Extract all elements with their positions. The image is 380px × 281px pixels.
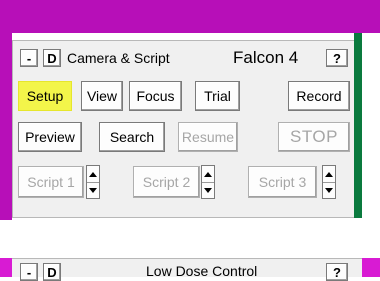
script-1-button[interactable]: Script 1 bbox=[18, 166, 84, 198]
stop-button[interactable]: STOP bbox=[278, 122, 350, 152]
status-bar-green bbox=[354, 33, 362, 218]
window-border-top bbox=[0, 0, 380, 33]
spin-up-icon[interactable] bbox=[202, 166, 214, 183]
spin-up-icon[interactable] bbox=[87, 166, 99, 183]
script-3-spinner[interactable] bbox=[322, 165, 336, 199]
preview-button[interactable]: Preview bbox=[18, 122, 82, 152]
spin-down-icon[interactable] bbox=[323, 182, 335, 198]
low-dose-minimize-button[interactable]: - bbox=[20, 263, 38, 281]
view-button[interactable]: View bbox=[81, 81, 123, 111]
spin-down-icon[interactable] bbox=[202, 182, 214, 198]
help-button[interactable]: ? bbox=[326, 49, 348, 67]
spin-up-icon[interactable] bbox=[323, 166, 335, 183]
low-dose-dock-button[interactable]: D bbox=[43, 263, 61, 281]
low-dose-help-button[interactable]: ? bbox=[326, 263, 348, 281]
window-border-left bbox=[0, 0, 12, 220]
script-2-button[interactable]: Script 2 bbox=[133, 166, 200, 198]
panel-title: Camera & Script bbox=[67, 50, 170, 66]
resume-button[interactable]: Resume bbox=[178, 122, 238, 152]
camera-name: Falcon 4 bbox=[233, 48, 299, 67]
trial-button[interactable]: Trial bbox=[195, 81, 240, 111]
script-3-button[interactable]: Script 3 bbox=[248, 166, 317, 198]
minimize-button[interactable]: - bbox=[20, 49, 38, 67]
record-button[interactable]: Record bbox=[288, 81, 350, 111]
search-button[interactable]: Search bbox=[99, 122, 165, 152]
dock-button[interactable]: D bbox=[43, 49, 61, 67]
setup-button[interactable]: Setup bbox=[18, 81, 72, 111]
spin-down-icon[interactable] bbox=[87, 182, 99, 198]
focus-button[interactable]: Focus bbox=[129, 81, 182, 111]
script-1-spinner[interactable] bbox=[86, 165, 100, 199]
script-2-spinner[interactable] bbox=[201, 165, 215, 199]
